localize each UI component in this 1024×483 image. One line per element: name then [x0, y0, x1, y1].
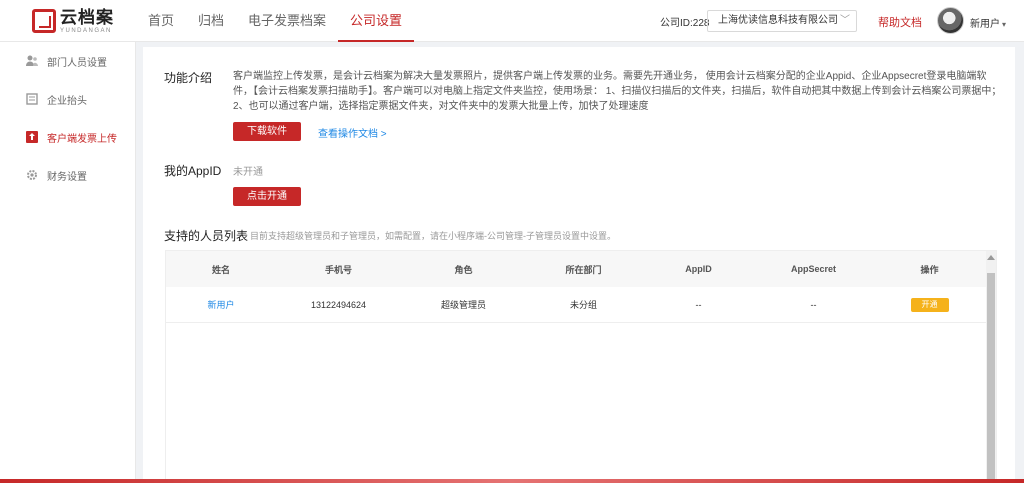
- table-row: 新用户 13122494624 超级管理员 未分组 -- -- 开通: [166, 287, 996, 323]
- cell-department: 未分组: [569, 300, 597, 310]
- sidebar-item-label: 部门人员设置: [47, 57, 107, 69]
- sidebar: 部门人员设置 企业抬头 客户端发票上传 财务设置: [0, 42, 136, 483]
- cell-phone: 13122494624: [310, 299, 367, 310]
- staff-list-hint: 目前支持超级管理员和子管理员，如需配置，请在小程序端-公司管理-子管理员设置中设…: [250, 231, 616, 241]
- sidebar-item-department-staff[interactable]: 部门人员设置: [0, 42, 135, 80]
- logo-icon: [32, 9, 56, 33]
- col-department: 所在部门: [565, 264, 602, 275]
- company-select[interactable]: 上海优读信息科技有限公司 ﹀: [707, 10, 857, 32]
- sidebar-item-label: 企业抬头: [47, 95, 87, 107]
- help-docs-link[interactable]: 帮助文档: [878, 14, 922, 30]
- appid-value: 未开通: [233, 167, 263, 178]
- appid-label: 我的AppID: [164, 164, 222, 178]
- user-name-link[interactable]: 新用户: [207, 300, 234, 310]
- nav-archive[interactable]: 归档: [186, 0, 236, 42]
- scrollbar[interactable]: [986, 251, 996, 483]
- company-id: 公司ID:228: [660, 18, 710, 29]
- top-header: 云档案 YUNDANGAN 首页 归档 电子发票档案 公司设置 公司ID:228…: [0, 0, 1024, 42]
- col-role: 角色: [454, 264, 473, 275]
- upload-icon: [25, 130, 39, 144]
- logo-subtext: YUNDANGAN: [60, 28, 112, 34]
- scroll-thumb[interactable]: [987, 273, 995, 483]
- username: 新用户: [970, 19, 1000, 30]
- staff-list-label: 支持的人员列表: [164, 229, 249, 243]
- sidebar-item-client-invoice-upload[interactable]: 客户端发票上传: [0, 118, 135, 156]
- col-phone: 手机号: [324, 264, 352, 275]
- sidebar-item-finance-settings[interactable]: 财务设置: [0, 156, 135, 194]
- col-action: 操作: [920, 264, 939, 275]
- logo-text: 云档案: [60, 8, 114, 27]
- intro-label: 功能介绍: [164, 71, 213, 85]
- nav-company-settings[interactable]: 公司设置: [338, 0, 415, 42]
- caret-down-icon: ▾: [1002, 20, 1007, 29]
- top-nav: 首页 归档 电子发票档案 公司设置: [136, 0, 415, 42]
- cell-appsecret: --: [810, 299, 817, 310]
- cell-role: 超级管理员: [440, 300, 486, 310]
- gear-icon: [25, 168, 39, 182]
- nav-home[interactable]: 首页: [136, 0, 186, 42]
- activate-button[interactable]: 点击开通: [233, 187, 301, 206]
- table-header: 姓名 手机号 角色 所在部门 AppID AppSecret 操作: [166, 251, 996, 287]
- user-menu[interactable]: 新用户 ▾: [970, 15, 1006, 30]
- nav-e-invoice[interactable]: 电子发票档案: [236, 0, 338, 42]
- sidebar-item-company-header[interactable]: 企业抬头: [0, 80, 135, 118]
- intro-text: 客户端监控上传发票，是会计云档案为解决大量发票照片，提供客户端上传发票的业务。需…: [233, 71, 1002, 112]
- users-icon: [25, 54, 39, 68]
- sidebar-item-label: 客户端发票上传: [47, 133, 117, 145]
- col-name: 姓名: [211, 264, 230, 275]
- col-appsecret: AppSecret: [790, 264, 836, 274]
- col-appid: AppID: [685, 264, 712, 274]
- content-panel: 功能介绍 客户端监控上传发票，是会计云档案为解决大量发票照片，提供客户端上传发票…: [143, 47, 1015, 483]
- document-icon: [25, 92, 39, 106]
- sidebar-item-label: 财务设置: [47, 171, 87, 183]
- avatar[interactable]: [937, 7, 964, 34]
- bottom-accent-strip: [0, 479, 1024, 483]
- company-select-value: 上海优读信息科技有限公司: [718, 15, 838, 26]
- logo[interactable]: 云档案 YUNDANGAN: [32, 9, 114, 34]
- staff-table: 姓名 手机号 角色 所在部门 AppID AppSecret 操作 新用户 13…: [165, 250, 997, 483]
- scroll-up-icon[interactable]: [987, 255, 995, 260]
- open-button[interactable]: 开通: [910, 297, 949, 312]
- view-docs-link[interactable]: 查看操作文档 >: [318, 125, 387, 140]
- cell-appid: --: [695, 299, 702, 310]
- download-software-button[interactable]: 下载软件: [233, 122, 301, 141]
- chevron-down-icon: ﹀: [840, 15, 850, 26]
